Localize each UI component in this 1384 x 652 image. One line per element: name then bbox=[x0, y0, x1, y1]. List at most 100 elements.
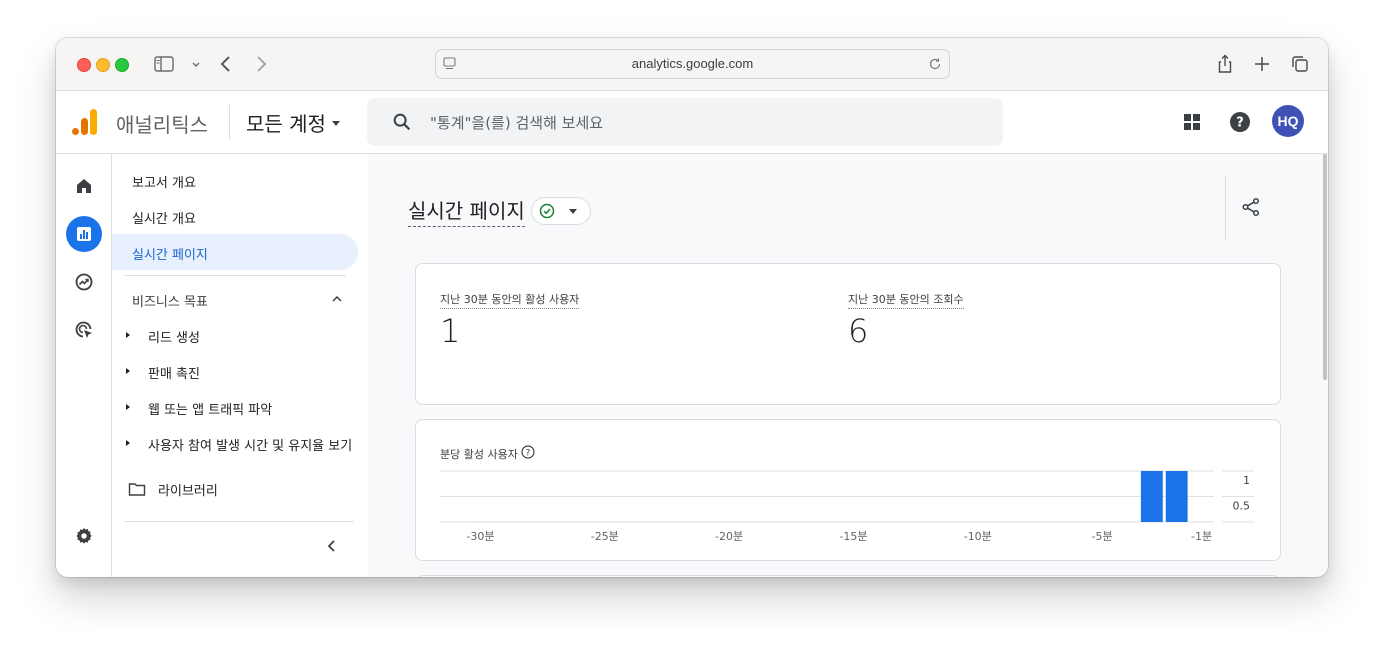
nav-item-report-overview[interactable]: 보고서 개요 bbox=[132, 172, 196, 191]
page-title[interactable]: 실시간 페이지 bbox=[408, 195, 525, 227]
forward-icon[interactable] bbox=[249, 52, 273, 76]
header-divider bbox=[229, 105, 230, 139]
reports-button[interactable] bbox=[66, 216, 102, 252]
search-bar[interactable]: "통계"을(를) 검색해 보세요 bbox=[367, 98, 1003, 146]
home-icon bbox=[77, 179, 91, 193]
chevron-up-icon[interactable] bbox=[330, 292, 344, 306]
active-users-chart: 1 0.5 -30분 -25분 -20분 -15분 -10분 -5분 -1분 bbox=[440, 470, 1254, 543]
nav-item-library[interactable]: 라이브러리 bbox=[158, 480, 218, 499]
chart-bar bbox=[743, 521, 765, 522]
search-input[interactable]: "통계"을(를) 검색해 보세요 bbox=[430, 112, 603, 133]
left-rail bbox=[56, 154, 112, 577]
views-label[interactable]: 지난 30분 동안의 조회수 bbox=[848, 291, 964, 309]
chart-bar bbox=[544, 521, 566, 522]
chart-bar bbox=[1116, 521, 1138, 522]
x-tick-label: -20분 bbox=[715, 530, 743, 543]
expand-arrow-icon[interactable] bbox=[126, 404, 130, 410]
y-tick-label: 1 bbox=[1243, 474, 1250, 487]
explore-icon bbox=[75, 273, 93, 291]
chart-bar bbox=[1165, 471, 1188, 522]
chart-bar bbox=[892, 521, 915, 522]
close-window-button[interactable] bbox=[77, 58, 91, 72]
product-name: 애널리틱스 bbox=[116, 113, 208, 137]
sidebar-toggle-icon[interactable] bbox=[152, 52, 176, 76]
settings-button[interactable] bbox=[66, 518, 102, 554]
x-tick-label: -30분 bbox=[466, 530, 494, 543]
x-tick-label: -15분 bbox=[839, 530, 867, 543]
collapse-nav-icon[interactable] bbox=[325, 539, 339, 553]
folder-icon bbox=[128, 483, 146, 496]
section-business-goals[interactable]: 비즈니스 목표 bbox=[132, 291, 208, 310]
report-nav: 보고서 개요 실시간 개요 실시간 페이지 비즈니스 목표 리드 생성 판매 촉… bbox=[112, 154, 368, 577]
nav-divider bbox=[124, 275, 346, 276]
chevron-down-icon[interactable] bbox=[184, 52, 208, 76]
zoom-window-button[interactable] bbox=[115, 58, 129, 72]
avatar[interactable]: HQ bbox=[1272, 105, 1304, 137]
views-value: 6 bbox=[848, 312, 869, 350]
chart-card: 분당 활성 사용자 ? 1 0.5 -30분 -25분 -20분 -15분 -10분 -5분 -… bbox=[415, 419, 1281, 561]
share-icon[interactable] bbox=[1240, 196, 1262, 218]
advertising-icon bbox=[75, 321, 92, 338]
status-badge[interactable] bbox=[531, 197, 591, 225]
help-icon[interactable]: ? bbox=[1228, 110, 1252, 134]
home-button[interactable] bbox=[66, 168, 102, 204]
analytics-logo-icon[interactable] bbox=[70, 107, 100, 137]
expand-arrow-icon[interactable] bbox=[126, 332, 130, 338]
nav-item-traffic[interactable]: 웹 또는 앱 트래픽 파악 bbox=[148, 399, 272, 418]
reload-icon[interactable] bbox=[927, 56, 943, 72]
browser-window: analytics.google.com 애널리틱스 모든 계정 "통계"을(를… bbox=[56, 38, 1328, 577]
chart-bar bbox=[494, 521, 517, 522]
chart-bar bbox=[668, 521, 691, 522]
expand-arrow-icon[interactable] bbox=[126, 440, 130, 446]
chart-bar bbox=[917, 521, 939, 522]
nav-item-lead-gen[interactable]: 리드 생성 bbox=[148, 327, 200, 346]
nav-item-realtime-pages[interactable]: 실시간 페이지 bbox=[132, 244, 208, 263]
expand-arrow-icon[interactable] bbox=[126, 368, 130, 374]
tab-overview-icon[interactable] bbox=[1288, 52, 1312, 76]
account-selector[interactable]: 모든 계정 bbox=[246, 108, 326, 137]
chart-bar bbox=[1066, 521, 1089, 522]
share-icon[interactable] bbox=[1213, 52, 1237, 76]
minimize-window-button[interactable] bbox=[96, 58, 110, 72]
reports-icon bbox=[77, 227, 91, 241]
address-bar[interactable]: analytics.google.com bbox=[435, 49, 950, 79]
explore-button[interactable] bbox=[66, 264, 102, 300]
scroll-thumb[interactable] bbox=[1323, 154, 1327, 380]
svg-text:?: ? bbox=[1236, 116, 1244, 131]
search-icon bbox=[393, 113, 411, 131]
scrollbar[interactable] bbox=[1322, 154, 1328, 577]
active-users-value: 1 bbox=[440, 312, 461, 350]
x-tick-label: -5분 bbox=[1092, 530, 1113, 543]
check-circle-icon bbox=[539, 203, 555, 219]
chart-bar bbox=[693, 521, 716, 522]
metrics-card: 지난 30분 동안의 활성 사용자 1 지난 30분 동안의 조회수 6 bbox=[415, 263, 1281, 405]
active-users-label[interactable]: 지난 30분 동안의 활성 사용자 bbox=[440, 291, 580, 309]
apps-grid-icon[interactable] bbox=[1180, 110, 1204, 134]
nav-divider bbox=[124, 521, 354, 522]
settings-icon bbox=[76, 528, 92, 544]
x-tick-label: -1분 bbox=[1191, 530, 1212, 543]
chart-bar bbox=[991, 521, 1014, 522]
new-tab-icon[interactable] bbox=[1250, 52, 1274, 76]
chart-bar bbox=[593, 521, 616, 522]
x-tick-label: -25분 bbox=[591, 530, 619, 543]
x-tick-label: -10분 bbox=[964, 530, 992, 543]
nav-item-drive-sales[interactable]: 판매 촉진 bbox=[148, 363, 200, 382]
chart-bar bbox=[1140, 471, 1163, 522]
chart-bar bbox=[1016, 521, 1039, 522]
chart-bar bbox=[718, 521, 741, 522]
y-tick-label: 0.5 bbox=[1233, 500, 1251, 513]
back-icon[interactable] bbox=[214, 52, 238, 76]
chart-bar bbox=[568, 521, 591, 522]
advertising-button[interactable] bbox=[66, 312, 102, 348]
chart-bar bbox=[767, 521, 790, 522]
account-caret-icon[interactable] bbox=[332, 121, 340, 126]
chart-bar bbox=[618, 521, 641, 522]
chart-bar bbox=[867, 521, 890, 522]
chart-bar bbox=[966, 521, 989, 522]
main-content: 실시간 페이지 지난 30분 동안의 활성 사용자 1 지난 30분 동안의 조… bbox=[368, 154, 1328, 577]
nav-item-engagement[interactable]: 사용자 참여 발생 시간 및 유지율 보기 bbox=[148, 435, 352, 454]
nav-item-realtime-overview[interactable]: 실시간 개요 bbox=[132, 208, 196, 227]
chart-bar bbox=[1041, 521, 1064, 522]
chart-bar bbox=[519, 521, 542, 522]
